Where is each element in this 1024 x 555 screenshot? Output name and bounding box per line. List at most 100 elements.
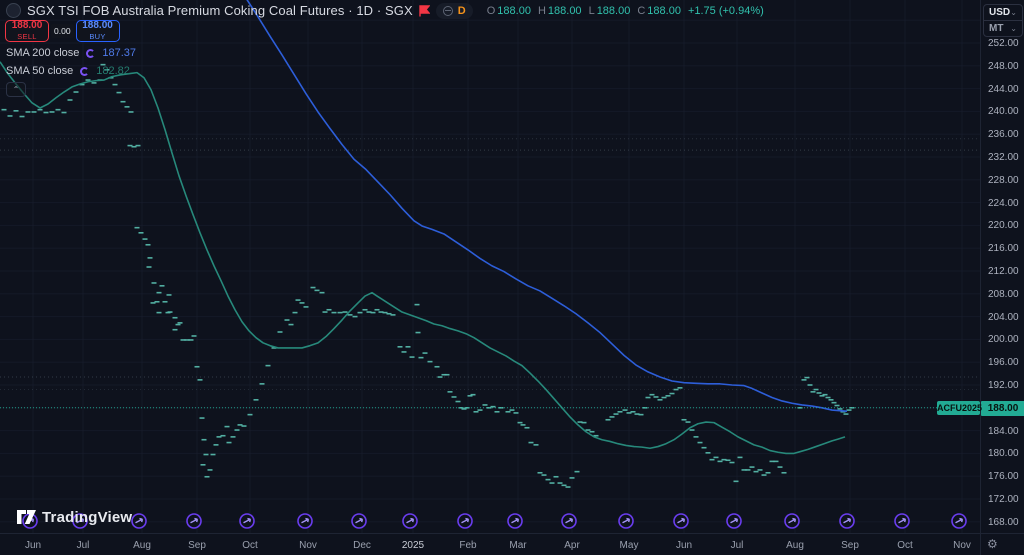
flag-icon[interactable] (419, 5, 430, 17)
rollover-icon[interactable] (352, 514, 366, 528)
time-axis-label: Jun (25, 540, 41, 551)
rollover-icon[interactable] (508, 514, 522, 528)
tradingview-logo[interactable]: TradingView (16, 507, 132, 527)
time-axis-label: Sep (188, 540, 206, 551)
time-axis-label: 2025 (402, 540, 424, 551)
currency-value: USD (989, 7, 1010, 18)
unit-value: MT (989, 23, 1003, 34)
sma-line[interactable] (247, 0, 847, 411)
price-axis-label: 176.00 (988, 471, 1019, 482)
price-axis-label: 196.00 (988, 357, 1019, 368)
sell-button[interactable]: 188.00 SELL (5, 20, 49, 42)
indicator-legend: SMA 200 close 187.37 SMA 50 close 182.82… (6, 45, 136, 97)
rollover-icon[interactable] (458, 514, 472, 528)
time-axis-label: Apr (564, 540, 580, 551)
rollover-icon[interactable] (840, 514, 854, 528)
chart-area[interactable]: ACFU2025 TradingView (0, 0, 980, 533)
rollover-icon[interactable] (403, 514, 417, 528)
time-axis-label: Dec (353, 540, 371, 551)
rollover-icon[interactable] (240, 514, 254, 528)
time-axis-label: Jul (77, 540, 90, 551)
price-axis-label: 184.00 (988, 426, 1019, 437)
price-axis-label: 228.00 (988, 175, 1019, 186)
spread-value: 0.00 (51, 24, 74, 38)
interval-badge: D (458, 5, 466, 17)
time-axis-label: Jul (731, 540, 744, 551)
price-axis-label: 244.00 (988, 84, 1019, 95)
chevron-down-icon: ⌄ (1010, 26, 1017, 32)
rollover-icon[interactable] (132, 514, 146, 528)
buy-button[interactable]: 188.00 BUY (76, 20, 120, 42)
rollover-icon[interactable] (187, 514, 201, 528)
rollover-icon[interactable] (298, 514, 312, 528)
buy-label: BUY (89, 33, 105, 41)
rollover-icon[interactable] (785, 514, 799, 528)
trade-panel: 188.00 SELL 0.00 188.00 BUY (5, 20, 120, 42)
interval-pill[interactable]: D (436, 3, 473, 19)
indicator-name: SMA 50 close (6, 65, 73, 77)
symbol-title-row[interactable]: SGX TSI FOB Australia Premium Coking Coa… (6, 2, 764, 19)
price-axis-label: 216.00 (988, 243, 1019, 254)
time-axis[interactable]: JunJulAugSepOctNovDec2025FebMarAprMayJun… (0, 533, 980, 555)
price-axis-label: 252.00 (988, 38, 1019, 49)
price-axis-label: 200.00 (988, 334, 1019, 345)
change-value: +1.75 (+0.94%) (688, 5, 764, 17)
price-axis-label: 248.00 (988, 61, 1019, 72)
price-axis-label: 168.00 (988, 517, 1019, 528)
buy-price: 188.00 (82, 21, 113, 31)
rollover-icon[interactable] (895, 514, 909, 528)
loading-spinner-icon (86, 49, 95, 58)
rollover-icon[interactable] (952, 514, 966, 528)
ohlc-item: C188.00 (637, 5, 681, 17)
price-axis-label: 204.00 (988, 312, 1019, 323)
price-axis-label: 224.00 (988, 198, 1019, 209)
loading-spinner-icon (80, 67, 89, 76)
indicator-row-sma50[interactable]: SMA 50 close 182.82 (6, 63, 136, 79)
rollover-icon[interactable] (674, 514, 688, 528)
price-axis-label: 208.00 (988, 289, 1019, 300)
price-axis-label: 180.00 (988, 448, 1019, 459)
chart-legend: SGX TSI FOB Australia Premium Coking Coa… (6, 2, 764, 19)
time-axis-label: Jun (676, 540, 692, 551)
minus-circle-icon (443, 6, 453, 16)
unit-select[interactable]: MT ⌄ (984, 20, 1022, 36)
current-price-axis-label: 188.00 (981, 401, 1024, 416)
price-axis-label: 192.00 (988, 380, 1019, 391)
ohlc-values: O188.00H188.00L188.00C188.00+1.75 (+0.94… (487, 5, 764, 17)
rollover-icon[interactable] (562, 514, 576, 528)
price-axis-label: 172.00 (988, 494, 1019, 505)
chart-canvas (0, 0, 980, 533)
sma-line[interactable] (0, 62, 845, 454)
time-axis-label: Nov (953, 540, 971, 551)
symbol-title[interactable]: SGX TSI FOB Australia Premium Coking Coa… (27, 3, 413, 18)
time-axis-label: Feb (459, 540, 476, 551)
indicator-name: SMA 200 close (6, 47, 79, 59)
gear-icon[interactable]: ⚙ (987, 537, 998, 551)
time-axis-label: Aug (786, 540, 804, 551)
time-axis-label: Mar (509, 540, 526, 551)
ohlc-item: L188.00 (589, 5, 631, 17)
symbol-logo-icon (6, 3, 21, 18)
indicator-value: 187.37 (102, 47, 136, 59)
indicator-value: 182.82 (96, 65, 130, 77)
tradingview-logo-icon (16, 507, 37, 527)
price-axis-label: 236.00 (988, 129, 1019, 140)
time-axis-label: Oct (242, 540, 258, 551)
price-axis-label: 232.00 (988, 152, 1019, 163)
sell-price: 188.00 (12, 21, 43, 31)
price-axis[interactable]: USD ⌄ MT ⌄ 252.00 248.00 244.00 240.00 236.0… (980, 0, 1024, 533)
collapse-indicators-button[interactable]: ⌃ (6, 82, 26, 97)
rollover-icon[interactable] (727, 514, 741, 528)
price-axis-label: 240.00 (988, 106, 1019, 117)
tradingview-logo-text: TradingView (42, 509, 132, 526)
unit-selector: USD ⌄ MT ⌄ (983, 4, 1023, 37)
price-axis-label: 220.00 (988, 220, 1019, 231)
currency-select[interactable]: USD ⌄ (984, 5, 1022, 20)
tradingview-chart-window: ACFU2025 TradingView SGX TSI FOB Austral… (0, 0, 1024, 555)
time-axis-label: Aug (133, 540, 151, 551)
rollover-icon[interactable] (619, 514, 633, 528)
indicator-row-sma200[interactable]: SMA 200 close 187.37 (6, 45, 136, 61)
time-axis-label: Nov (299, 540, 317, 551)
axis-corner: ⚙ (980, 533, 1024, 555)
contract-price-tag: ACFU2025 (937, 401, 980, 415)
